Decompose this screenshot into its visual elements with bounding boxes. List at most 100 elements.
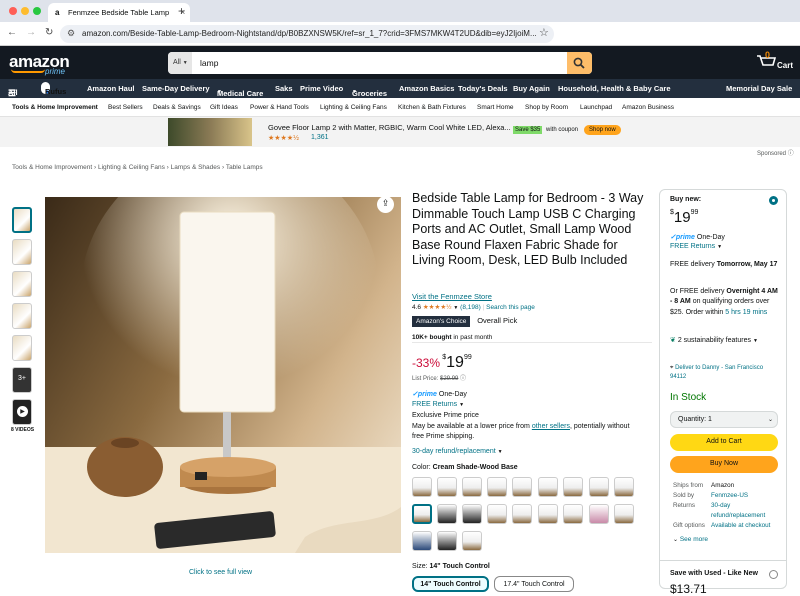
nav-item[interactable]: Prime Video [300, 84, 343, 93]
amazon-logo[interactable]: amazon prime [9, 52, 70, 76]
color-swatch[interactable] [437, 531, 457, 551]
color-swatch[interactable] [589, 477, 609, 497]
main-product-image[interactable] [45, 197, 401, 553]
url-field[interactable]: ⚙ amazon.com/Beside-Table-Lamp-Bedroom-N… [60, 25, 554, 43]
category-nav-item[interactable]: Kitchen & Bath Fixtures [398, 104, 466, 111]
thumbnail[interactable] [12, 271, 32, 297]
category-nav-item[interactable]: Power & Hand Tools [250, 104, 309, 111]
breadcrumb-link[interactable]: Table Lamps [226, 164, 263, 171]
color-swatch-selected[interactable] [412, 504, 432, 524]
color-swatch[interactable] [487, 477, 507, 497]
ad-image[interactable] [168, 118, 252, 146]
color-swatch[interactable] [437, 504, 457, 524]
nav-item[interactable]: Saks [275, 84, 293, 93]
store-link[interactable]: Visit the Fenmzee Store [412, 292, 492, 301]
video-thumbnail[interactable]: ▶ [12, 399, 32, 425]
seller-link[interactable]: Fenmzee-US [711, 491, 748, 501]
nav-item[interactable]: Today's Deals [458, 84, 508, 93]
color-swatch[interactable] [589, 504, 609, 524]
chevron-down-icon[interactable]: ▼ [453, 305, 458, 311]
info-icon[interactable]: ⓘ [460, 376, 466, 382]
category-nav-title[interactable]: Tools & Home Improvement [12, 104, 98, 111]
search-page-link[interactable]: Search this page [486, 304, 535, 311]
color-swatch[interactable] [563, 504, 583, 524]
color-swatch[interactable] [462, 504, 482, 524]
buy-now-button[interactable]: Buy Now [670, 456, 778, 473]
nav-item[interactable]: Amazon Basics [399, 84, 454, 93]
other-sellers-link[interactable]: other sellers [532, 423, 570, 430]
breadcrumb-link[interactable]: Lighting & Ceiling Fans [98, 164, 165, 171]
thumbnail[interactable] [12, 239, 32, 265]
breadcrumb-link[interactable]: Tools & Home Improvement [12, 164, 92, 171]
choice-badge[interactable]: Amazon's Choice [412, 316, 471, 327]
search-category-dropdown[interactable]: All ▼ [168, 52, 192, 74]
color-swatch[interactable] [437, 477, 457, 497]
color-swatch[interactable] [512, 477, 532, 497]
nav-item[interactable]: Household, Health & Baby Care [558, 84, 671, 93]
category-nav-item[interactable]: Gift Ideas [210, 104, 238, 111]
breadcrumb-link[interactable]: Lamps & Shades [171, 164, 221, 171]
nav-promo[interactable]: Memorial Day Sale [726, 84, 792, 93]
used-option-radio[interactable] [769, 570, 778, 579]
color-swatch[interactable] [614, 504, 634, 524]
see-more-link[interactable]: ⌄ See more [673, 536, 708, 543]
share-button[interactable]: ⇪ [377, 196, 394, 213]
forward-arrow-icon[interactable]: → [26, 27, 36, 38]
full-view-link[interactable]: Click to see full view [189, 569, 252, 576]
color-swatch[interactable] [462, 531, 482, 551]
nav-item[interactable]: Buy Again [513, 84, 550, 93]
site-info-icon[interactable]: ⚙ [67, 28, 75, 39]
category-nav-item[interactable]: Lighting & Ceiling Fans [320, 104, 387, 111]
color-swatch[interactable] [512, 504, 532, 524]
back-arrow-icon[interactable]: ← [7, 27, 17, 38]
nav-item[interactable]: Same-Day Delivery [142, 84, 210, 93]
category-nav-item[interactable]: Amazon Business [622, 104, 674, 111]
color-swatch[interactable] [614, 477, 634, 497]
window-close-button[interactable] [9, 7, 17, 15]
nav-item[interactable]: Amazon Haul [87, 84, 135, 93]
bookmark-star-icon[interactable]: ☆ [539, 26, 549, 39]
cart-link[interactable]: 0 Cart [756, 50, 793, 71]
window-minimize-button[interactable] [21, 7, 29, 15]
thumbnail[interactable] [12, 335, 32, 361]
category-nav-item[interactable]: Best Sellers [108, 104, 143, 111]
category-nav-item[interactable]: Shop by Room [525, 104, 568, 111]
color-swatch[interactable] [563, 477, 583, 497]
rufus-button[interactable]: ● Rufus [41, 82, 66, 96]
reload-icon[interactable]: ↻ [45, 27, 53, 38]
sustainability-row[interactable]: ❦ 2 sustainability features ▼ [670, 336, 770, 346]
color-swatch[interactable] [412, 531, 432, 551]
ad-rating-count[interactable]: 1,361 [311, 134, 329, 141]
quantity-select[interactable]: Quantity: 1 ⌄ [670, 411, 778, 428]
color-swatch[interactable] [412, 477, 432, 497]
refund-link[interactable]: 30-day refund/replacement ▼ [412, 448, 503, 455]
size-option[interactable]: 17.4" Touch Control [494, 576, 574, 592]
browser-tab[interactable]: a Fenmzee Bedside Table Lamp × [48, 3, 190, 22]
gift-options-link[interactable]: Available at checkout [711, 521, 770, 531]
thumbnail[interactable] [12, 207, 32, 233]
new-tab-icon[interactable]: + [178, 4, 185, 18]
buybox-free-returns-link[interactable]: FREE Returns ▼ [670, 243, 722, 250]
rating-count-link[interactable]: (8,198) [460, 304, 481, 311]
ad-title[interactable]: Govee Floor Lamp 2 with Matter, RGBIC, W… [268, 123, 511, 132]
thumbnail[interactable] [12, 303, 32, 329]
search-input[interactable]: lamp [200, 58, 218, 68]
more-images-thumbnail[interactable]: 3+ [12, 367, 32, 393]
stars-icon[interactable]: ★★★★½ [423, 304, 452, 311]
category-nav-item[interactable]: Launchpad [580, 104, 612, 111]
deliver-to-link[interactable]: ⌖ Deliver to Danny - San Francisco 94112 [670, 364, 780, 382]
add-to-cart-button[interactable]: Add to Cart [670, 434, 778, 451]
color-swatch[interactable] [538, 477, 558, 497]
size-option-selected[interactable]: 14" Touch Control [412, 576, 489, 592]
category-nav-item[interactable]: Deals & Savings [153, 104, 201, 111]
category-nav-item[interactable]: Smart Home [477, 104, 513, 111]
free-returns-link[interactable]: FREE Returns ▼ [412, 401, 464, 408]
window-maximize-button[interactable] [33, 7, 41, 15]
ad-shop-button[interactable]: Shop now [584, 125, 621, 135]
sponsored-banner[interactable]: Govee Floor Lamp 2 with Matter, RGBIC, W… [0, 117, 800, 147]
buy-new-radio[interactable] [769, 196, 778, 205]
search-button[interactable] [567, 52, 592, 74]
returns-link[interactable]: 30-day refund/replacement [711, 501, 777, 521]
color-swatch[interactable] [487, 504, 507, 524]
color-swatch[interactable] [462, 477, 482, 497]
